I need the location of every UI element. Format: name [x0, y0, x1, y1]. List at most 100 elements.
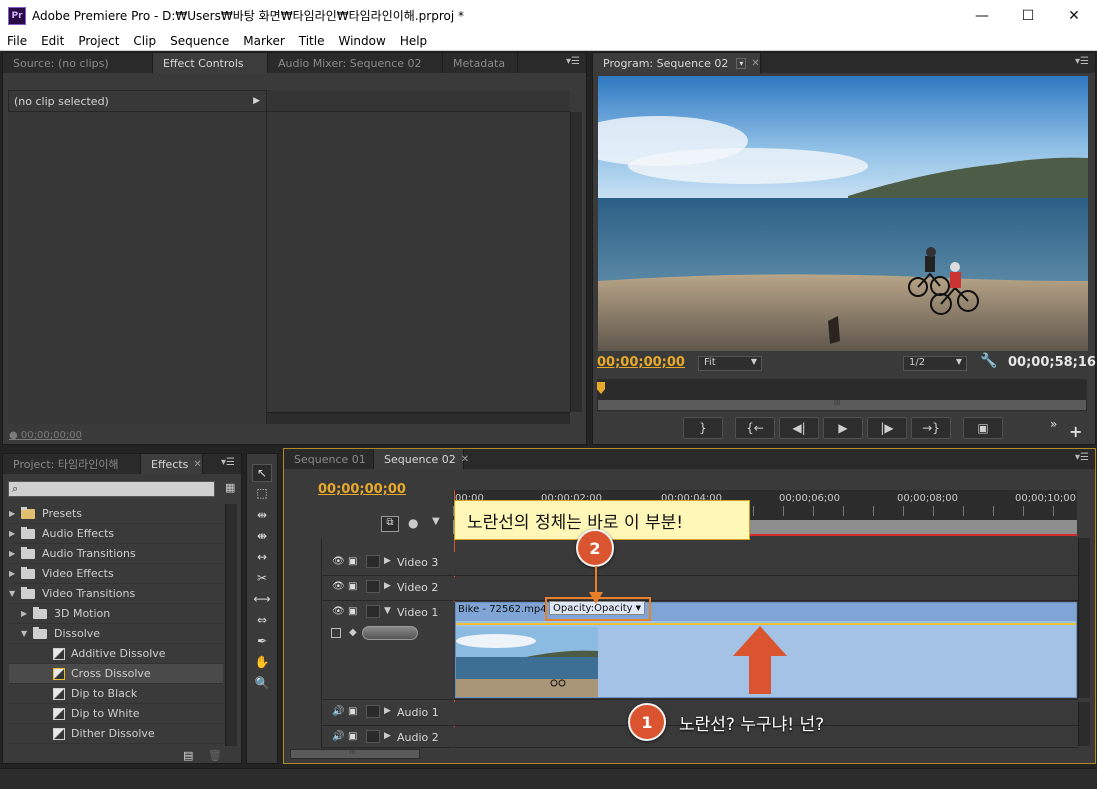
menu-marker[interactable]: Marker	[236, 34, 291, 48]
trash-icon[interactable]: 🗑	[208, 749, 222, 762]
menu-edit[interactable]: Edit	[34, 34, 71, 48]
eye-icon[interactable]: 👁	[332, 606, 345, 617]
expand-arrow-icon[interactable]: ▶	[9, 509, 21, 518]
lock-toggle-box[interactable]	[366, 730, 380, 743]
keyframe-diamond-icon[interactable]: ◆	[349, 627, 357, 638]
lock-toggle-box[interactable]	[366, 555, 380, 568]
film-icon[interactable]: ▣	[348, 556, 357, 567]
wrench-icon[interactable]: 🔧	[980, 353, 997, 369]
track-select-tool-icon[interactable]: ⬚	[252, 484, 272, 502]
zoom-tool-icon[interactable]: 🔍	[252, 674, 272, 692]
expand-arrow-icon[interactable]: ▶	[384, 706, 391, 716]
effects-item-dip-to-black[interactable]: Dip to Black	[9, 684, 223, 704]
speaker-icon[interactable]: 🔊	[332, 706, 344, 717]
tab-audio-mixer[interactable]: Audio Mixer: Sequence 02	[268, 53, 443, 73]
effects-item-dip-to-white[interactable]: Dip to White	[9, 704, 223, 724]
effect-vertical-scrollbar[interactable]	[570, 112, 582, 412]
rate-stretch-tool-icon[interactable]: ↔	[252, 548, 272, 566]
effects-item-audio-transitions[interactable]: ▶ Audio Transitions	[9, 544, 223, 564]
effects-item-dither-dissolve[interactable]: Dither Dissolve	[9, 724, 223, 744]
menu-title[interactable]: Title	[292, 34, 332, 48]
collapse-arrow-icon[interactable]: ▼	[21, 629, 33, 638]
close-button[interactable]: ✕	[1051, 0, 1097, 31]
display-style-icon[interactable]	[331, 628, 341, 638]
ripple-edit-tool-icon[interactable]: ⇹	[252, 506, 272, 524]
effects-item-audio-effects[interactable]: ▶ Audio Effects	[9, 524, 223, 544]
timeline-current-timecode[interactable]: 00;00;00;00	[318, 482, 406, 497]
marker-icon[interactable]: ●	[408, 516, 418, 530]
program-current-timecode[interactable]: 00;00;00;00	[597, 355, 685, 370]
timeline-audio-scrollbar[interactable]	[1078, 702, 1090, 746]
menu-file[interactable]: File	[0, 34, 34, 48]
fit-dropdown[interactable]: Fit ▼	[698, 356, 762, 371]
new-custom-bin-icon[interactable]: ▤	[183, 749, 193, 762]
maximize-button[interactable]: ☐	[1005, 0, 1051, 31]
tab-program-sequence-02[interactable]: Program: Sequence 02 ▾ ✕	[593, 53, 761, 73]
close-tab-icon[interactable]: ✕	[461, 454, 469, 465]
close-tab-icon[interactable]: ✕	[751, 58, 759, 69]
go-to-in-button[interactable]: {←	[735, 417, 775, 439]
tab-metadata[interactable]: Metadata	[443, 53, 518, 73]
menu-project[interactable]: Project	[71, 34, 126, 48]
effects-item-video-transitions[interactable]: ▼ Video Transitions	[9, 584, 223, 604]
new-bin-icon[interactable]: ▦	[225, 481, 235, 494]
expand-arrow-icon[interactable]: ▶	[9, 529, 21, 538]
panel-menu-icon[interactable]: ▾☰	[221, 457, 235, 468]
effects-item-presets[interactable]: ▶ Presets	[9, 504, 223, 524]
speaker-icon[interactable]: 🔊	[332, 731, 344, 742]
tab-effect-controls[interactable]: Effect Controls	[153, 53, 268, 73]
play-button[interactable]: ▶	[823, 417, 863, 439]
playhead-icon[interactable]	[597, 382, 605, 394]
tab-sequence-02[interactable]: Sequence 02 ✕	[374, 449, 469, 469]
hand-tool-icon[interactable]: ✋	[252, 653, 272, 671]
expand-arrow-icon[interactable]: ▶	[21, 609, 33, 618]
menu-window[interactable]: Window	[331, 34, 392, 48]
add-marker-icon[interactable]: ▼	[432, 516, 440, 527]
step-forward-button[interactable]: |▶	[867, 417, 907, 439]
expand-arrow-icon[interactable]: ▶	[384, 556, 391, 566]
expand-arrow-icon[interactable]: ▶	[9, 549, 21, 558]
razor-tool-icon[interactable]: ✂	[252, 569, 272, 587]
menu-clip[interactable]: Clip	[126, 34, 163, 48]
panel-menu-icon[interactable]: ▾☰	[1075, 56, 1089, 67]
menu-help[interactable]: Help	[393, 34, 434, 48]
effects-item-cross-dissolve[interactable]: Cross Dissolve	[9, 664, 223, 684]
effects-item-additive-dissolve[interactable]: Additive Dissolve	[9, 644, 223, 664]
play-triangle-icon[interactable]: ▶	[253, 96, 260, 106]
rolling-edit-tool-icon[interactable]: ⇼	[252, 527, 272, 545]
effects-search-input[interactable]: ⌕	[8, 481, 215, 497]
opacity-yellow-line[interactable]	[456, 623, 1076, 625]
expand-arrow-icon[interactable]: ▶	[384, 731, 391, 741]
expand-arrow-icon[interactable]: ▶	[9, 569, 21, 578]
film-icon[interactable]: ▣	[348, 606, 357, 617]
effect-horizontal-scrollbar[interactable]	[267, 412, 570, 424]
eye-icon[interactable]: 👁	[332, 581, 345, 592]
effects-item-video-effects[interactable]: ▶ Video Effects	[9, 564, 223, 584]
lock-toggle-box[interactable]	[366, 580, 380, 593]
snap-button-icon[interactable]: ⧉	[381, 516, 399, 532]
collapse-arrow-icon[interactable]: ▼	[384, 606, 391, 616]
slide-tool-icon[interactable]: ⇔	[252, 611, 272, 629]
export-frame-button[interactable]: ▣	[963, 417, 1003, 439]
panel-menu-icon[interactable]: ▾☰	[566, 56, 580, 67]
effects-item-3d-motion[interactable]: ▶ 3D Motion	[9, 604, 223, 624]
audio-sync-icon[interactable]: ▣	[348, 706, 357, 717]
program-zoom-scrollbar[interactable]: III	[597, 399, 1087, 411]
step-back-button[interactable]: ◀|	[779, 417, 819, 439]
menu-sequence[interactable]: Sequence	[163, 34, 236, 48]
tab-effects[interactable]: Effects ✕	[141, 454, 203, 474]
mark-out-button[interactable]: }	[683, 417, 723, 439]
effects-item-dissolve[interactable]: ▼ Dissolve	[9, 624, 223, 644]
keyframe-navigator[interactable]	[362, 626, 418, 640]
resolution-dropdown[interactable]: 1/2 ▼	[903, 356, 967, 371]
lock-toggle-box[interactable]	[366, 705, 380, 718]
go-to-out-button[interactable]: →}	[911, 417, 951, 439]
film-icon[interactable]: ▣	[348, 581, 357, 592]
effects-vertical-scrollbar[interactable]	[225, 504, 237, 746]
close-tab-icon[interactable]: ✕	[193, 459, 201, 470]
slip-tool-icon[interactable]: ⟷	[252, 590, 272, 608]
panel-menu-icon[interactable]: ▾☰	[1075, 452, 1089, 463]
tab-sequence-01[interactable]: Sequence 01	[284, 449, 374, 469]
timeline-video-scrollbar[interactable]	[1078, 538, 1090, 698]
dropdown-icon[interactable]: ▾	[736, 57, 747, 69]
